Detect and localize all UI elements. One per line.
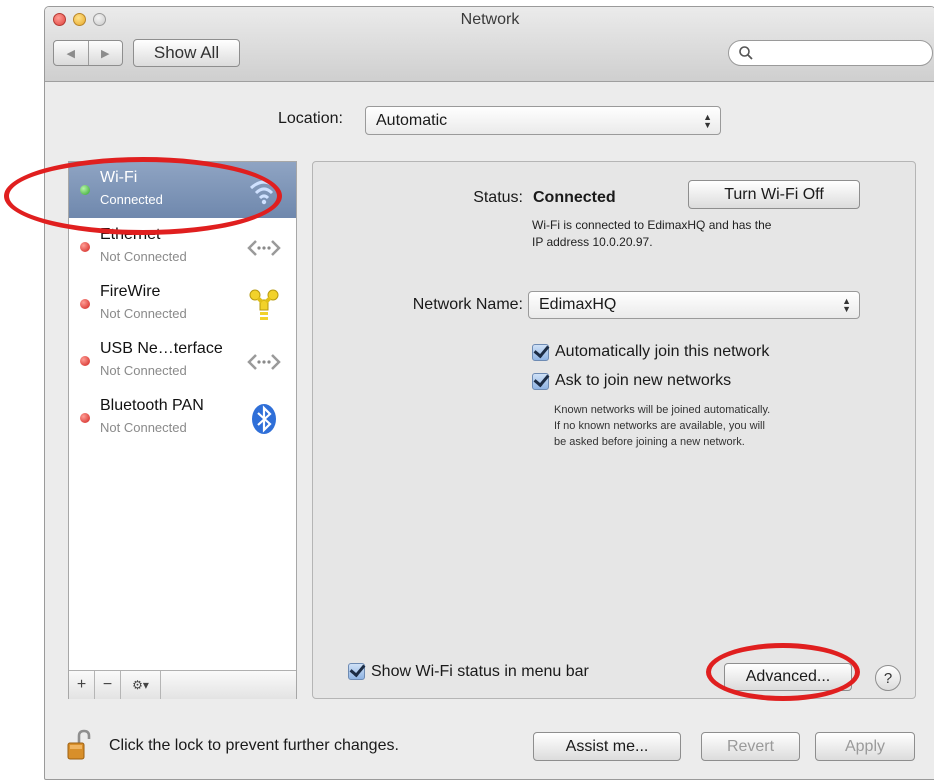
network-name-label: Network Name: bbox=[412, 296, 523, 313]
show-wifi-status-checkbox[interactable] bbox=[348, 663, 365, 680]
back-forward-control: ◀ ▶ bbox=[53, 40, 123, 66]
status-dot-icon bbox=[80, 185, 90, 195]
status-dot-icon bbox=[80, 242, 90, 252]
status-description-line-2: IP address 10.0.20.97. bbox=[532, 235, 653, 249]
auto-join-label: Automatically join this network bbox=[555, 343, 770, 360]
help-button[interactable]: ? bbox=[875, 665, 901, 691]
network-name-value: EdimaxHQ bbox=[539, 296, 617, 313]
location-select[interactable]: Automatic ▲ ▼ bbox=[365, 106, 721, 135]
service-list-toolbar: + − ⚙▾ bbox=[69, 670, 296, 699]
turn-wifi-off-button[interactable]: Turn Wi-Fi Off bbox=[688, 180, 860, 209]
forward-button[interactable]: ▶ bbox=[87, 41, 123, 65]
select-arrows-icon: ▲ ▼ bbox=[842, 296, 851, 314]
service-name: USB Ne…terface bbox=[100, 340, 223, 357]
add-service-button[interactable]: + bbox=[69, 671, 95, 699]
status-label: Status: bbox=[473, 189, 523, 206]
service-item-firewire[interactable]: FireWire Not Connected bbox=[69, 276, 296, 332]
apply-button[interactable]: Apply bbox=[815, 732, 915, 761]
service-item-wifi[interactable]: Wi-Fi Connected bbox=[69, 162, 296, 218]
assist-me-button[interactable]: Assist me... bbox=[533, 732, 681, 761]
revert-button[interactable]: Revert bbox=[701, 732, 800, 761]
search-input[interactable] bbox=[728, 40, 933, 66]
service-list: Wi-Fi Connected Ethernet Not Connected F… bbox=[68, 161, 297, 699]
service-item-usb-interface[interactable]: USB Ne…terface Not Connected bbox=[69, 333, 296, 389]
location-value: Automatic bbox=[376, 111, 448, 129]
ethernet-arrows-icon bbox=[247, 240, 281, 256]
network-preferences-window: Network ◀ ▶ Show All Location: Automatic… bbox=[44, 6, 934, 780]
status-value: Connected bbox=[533, 189, 616, 206]
select-arrows-icon: ▲ ▼ bbox=[703, 111, 712, 130]
service-name: FireWire bbox=[100, 283, 161, 300]
service-name: Ethernet bbox=[100, 226, 161, 243]
ethernet-arrows-icon bbox=[247, 354, 281, 370]
ask-join-label: Ask to join new networks bbox=[555, 372, 732, 389]
firewire-icon bbox=[249, 289, 279, 320]
service-item-bluetooth-pan[interactable]: Bluetooth PAN Not Connected bbox=[69, 390, 296, 446]
service-status: Not Connected bbox=[100, 306, 187, 321]
ask-join-checkbox[interactable] bbox=[532, 373, 549, 390]
status-dot-icon bbox=[80, 356, 90, 366]
status-dot-icon bbox=[80, 413, 90, 423]
wifi-icon bbox=[249, 180, 279, 205]
bluetooth-icon bbox=[252, 404, 276, 434]
window-title: Network bbox=[460, 11, 520, 28]
back-button[interactable]: ◀ bbox=[54, 41, 88, 65]
service-status: Not Connected bbox=[100, 420, 187, 435]
status-description-line-1: Wi-Fi is connected to EdimaxHQ and has t… bbox=[532, 218, 772, 232]
join-help-line-3: be asked before joining a new network. bbox=[554, 436, 745, 448]
padlock-open-icon[interactable] bbox=[67, 729, 93, 761]
service-status: Connected bbox=[100, 192, 163, 207]
join-help-line-1: Known networks will be joined automatica… bbox=[554, 404, 771, 416]
remove-service-button[interactable]: − bbox=[95, 671, 121, 699]
network-name-select[interactable]: EdimaxHQ ▲ ▼ bbox=[528, 291, 860, 319]
show-wifi-status-label: Show Wi-Fi status in menu bar bbox=[371, 663, 589, 680]
service-status: Not Connected bbox=[100, 363, 187, 378]
gear-menu-button[interactable]: ⚙▾ bbox=[121, 671, 161, 699]
service-item-ethernet[interactable]: Ethernet Not Connected bbox=[69, 219, 296, 275]
advanced-button[interactable]: Advanced... bbox=[724, 663, 852, 691]
service-name: Bluetooth PAN bbox=[100, 397, 204, 414]
service-status: Not Connected bbox=[100, 249, 187, 264]
service-name: Wi-Fi bbox=[100, 169, 138, 186]
show-all-button[interactable]: Show All bbox=[133, 39, 240, 67]
join-help-line-2: If no known networks are available, you … bbox=[554, 420, 765, 432]
status-dot-icon bbox=[80, 299, 90, 309]
auto-join-checkbox[interactable] bbox=[532, 344, 549, 361]
lock-instruction-text: Click the lock to prevent further change… bbox=[109, 737, 399, 754]
forward-arrow-icon: ▶ bbox=[101, 47, 110, 60]
location-label: Location: bbox=[278, 110, 343, 127]
title-bar: Network ◀ ▶ Show All bbox=[45, 7, 934, 82]
search-icon bbox=[739, 46, 753, 60]
back-arrow-icon: ◀ bbox=[66, 47, 75, 60]
